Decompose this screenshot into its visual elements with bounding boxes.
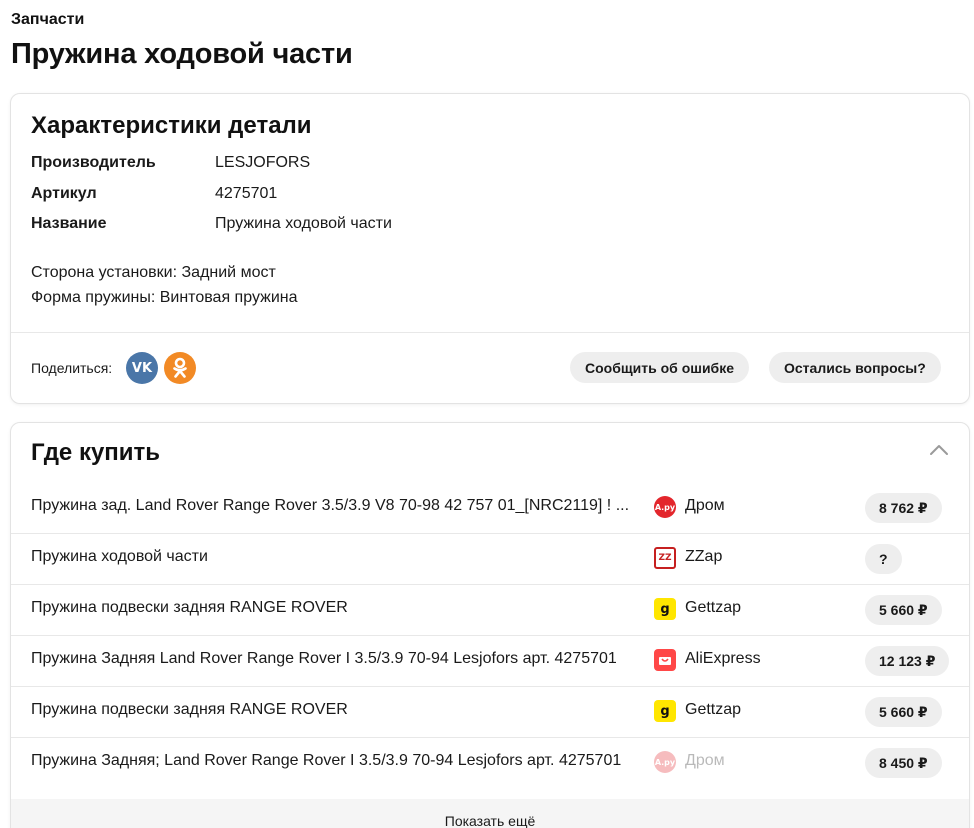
zzap-icon: ZZ (654, 547, 676, 569)
price-badge[interactable]: 8 762 ₽ (865, 493, 942, 523)
offer-title[interactable]: Пружина зад. Land Rover Range Rover 3.5/… (31, 497, 641, 515)
drom-icon: А.ру (654, 751, 676, 773)
offer-row[interactable]: Пружина подвески задняя RANGE ROVER g Ge… (11, 687, 969, 738)
chevron-up-icon[interactable] (929, 443, 949, 457)
report-error-button[interactable]: Сообщить об ошибке (570, 352, 749, 383)
offer-title[interactable]: Пружина Задняя; Land Rover Range Rover I… (31, 752, 641, 770)
price-badge[interactable]: 5 660 ₽ (865, 595, 942, 625)
price-badge[interactable]: 5 660 ₽ (865, 697, 942, 727)
offer-title[interactable]: Пружина Задняя Land Rover Range Rover I … (31, 650, 641, 668)
specs-title: Характеристики детали (31, 112, 312, 139)
spec-value: LESJOFORS (215, 154, 311, 171)
spec-key: Производитель (31, 154, 156, 171)
shop-name: ZZap (685, 548, 723, 565)
offer-title[interactable]: Пружина ходовой части (31, 548, 641, 566)
vk-share-button[interactable]: VK (126, 352, 158, 384)
spec-value: Пружина ходовой части (215, 215, 392, 232)
divider (11, 332, 969, 333)
gettzap-icon: g (654, 700, 676, 722)
odnoklassniki-icon (173, 357, 187, 378)
spec-key: Название (31, 215, 107, 232)
gettzap-icon: g (654, 598, 676, 620)
drom-icon: А.ру (654, 496, 676, 518)
share-label: Поделиться: (31, 360, 113, 376)
offer-row[interactable]: Пружина подвески задняя RANGE ROVER g Ge… (11, 585, 969, 636)
spec-note-shape: Форма пружины: Винтовая пружина (31, 289, 298, 306)
offer-row[interactable]: Пружина Задняя Land Rover Range Rover I … (11, 636, 969, 687)
show-more-button[interactable]: Показать ещё (11, 799, 969, 828)
spec-value: 4275701 (215, 185, 278, 202)
spec-key: Артикул (31, 185, 97, 202)
price-badge[interactable]: 12 123 ₽ (865, 646, 950, 676)
offer-list: Пружина зад. Land Rover Range Rover 3.5/… (11, 483, 969, 789)
part-specs-card: Характеристики детали Производитель LESJ… (10, 93, 970, 404)
offer-row[interactable]: Пружина ходовой части ZZ ZZap ? (11, 534, 969, 585)
breadcrumb[interactable]: Запчасти (11, 11, 84, 29)
shopping-bag-icon (659, 657, 671, 665)
offer-row[interactable]: Пружина зад. Land Rover Range Rover 3.5/… (11, 483, 969, 534)
offer-title[interactable]: Пружина подвески задняя RANGE ROVER (31, 599, 641, 617)
questions-button[interactable]: Остались вопросы? (769, 352, 941, 383)
shop-name: AliExpress (685, 650, 761, 667)
shop-name: Gettzap (685, 701, 742, 718)
shop-name: Gettzap (685, 599, 742, 616)
where-to-buy-title: Где купить (31, 439, 161, 466)
price-badge[interactable]: ? (865, 544, 902, 574)
price-badge[interactable]: 8 450 ₽ (865, 748, 942, 778)
vk-icon: VK (131, 360, 153, 376)
page-title: Пружина ходовой части (11, 38, 353, 70)
where-to-buy-card: Где купить Пружина зад. Land Rover Range… (10, 422, 970, 828)
aliexpress-icon (654, 649, 676, 671)
spec-note-side: Сторона установки: Задний мост (31, 264, 276, 281)
shop-name: Дром (685, 752, 725, 769)
shop-name: Дром (685, 497, 725, 514)
ok-share-button[interactable] (164, 352, 196, 384)
offer-title[interactable]: Пружина подвески задняя RANGE ROVER (31, 701, 641, 719)
offer-row[interactable]: Пружина Задняя; Land Rover Range Rover I… (11, 738, 969, 789)
